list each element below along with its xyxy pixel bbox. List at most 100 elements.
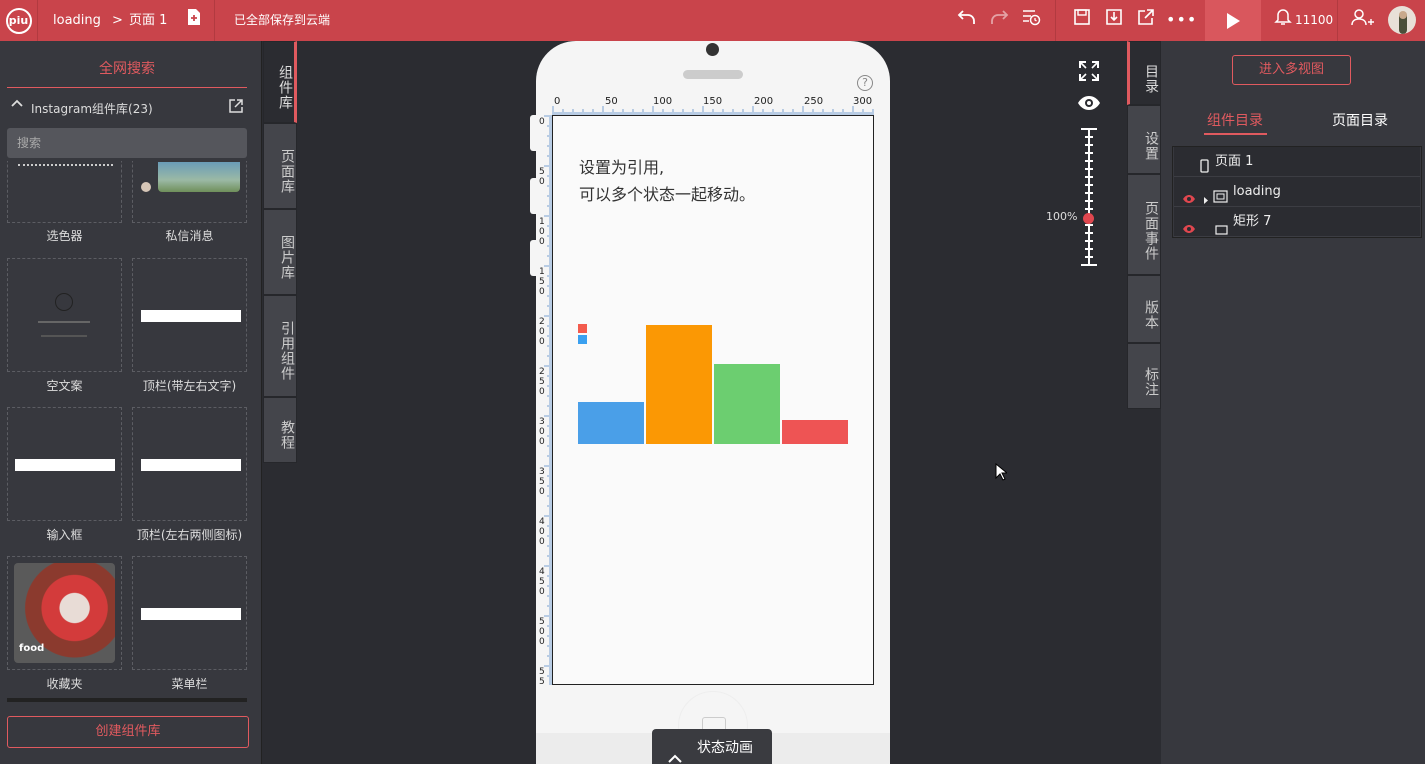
component-card-top-bar-text[interactable]	[132, 258, 247, 372]
canvas-text-line-1[interactable]: 设置为引用,	[579, 154, 664, 178]
open-external-icon[interactable]	[229, 99, 243, 116]
tab-page-library[interactable]: 页面库	[263, 123, 297, 209]
zoom-tick	[1081, 264, 1097, 266]
history-icon[interactable]	[1019, 8, 1043, 32]
ruler-tick-label: 100	[653, 96, 673, 107]
eye-visibility-icon[interactable]	[1182, 216, 1196, 246]
phone-camera	[706, 43, 719, 56]
component-card-menu-bar[interactable]	[132, 556, 247, 670]
notification-bell-icon[interactable]	[1271, 8, 1295, 32]
ruler-tick-label: 150	[703, 96, 723, 107]
tab-image-library[interactable]: 图片库	[263, 209, 297, 295]
tree-item-label: 页面 1	[1215, 154, 1254, 169]
strawberry-photo: food	[14, 563, 115, 663]
create-library-button[interactable]: 创建组件库	[7, 716, 249, 748]
zoom-tick	[1085, 256, 1093, 258]
mouse-cursor-icon	[995, 462, 1009, 485]
help-icon[interactable]: ?	[857, 75, 873, 91]
preview-play-button[interactable]	[1205, 0, 1261, 41]
tab-referenced-components[interactable]: 引用组件	[263, 295, 297, 397]
loading-bar[interactable]	[578, 402, 644, 444]
zoom-tick	[1081, 128, 1097, 130]
component-search-input[interactable]	[7, 128, 247, 158]
phone-speaker	[683, 70, 743, 79]
tab-versions[interactable]: 版本	[1127, 275, 1161, 343]
user-avatar[interactable]	[1388, 6, 1416, 34]
rectangle-icon	[1215, 217, 1228, 247]
undo-icon[interactable]	[955, 8, 979, 32]
vertical-ruler-labels: 0 50 100 150 200 250 300 350 400 450 500 55	[536, 115, 546, 687]
notification-count[interactable]: 11100	[1295, 0, 1333, 41]
tab-directory[interactable]: 目录	[1127, 41, 1161, 105]
empty-state-icon	[55, 293, 73, 311]
logo-mark: piu	[5, 7, 32, 34]
share-icon[interactable]	[1134, 8, 1158, 32]
loading-bar[interactable]	[714, 364, 780, 444]
ruler-tick-label: 300	[853, 96, 873, 107]
tree-item-label: loading	[1233, 184, 1281, 199]
component-card-empty-copy[interactable]	[7, 258, 122, 372]
placeholder-line	[38, 321, 90, 323]
artboard-screen[interactable]: 设置为引用, 可以多个状态一起移动。	[552, 115, 874, 685]
tab-tutorial[interactable]: 教程	[263, 397, 297, 463]
library-name: Instagram组件库(23)	[31, 102, 153, 116]
global-search-title[interactable]: 全网搜索	[7, 58, 247, 88]
component-label: 顶栏(左右两侧图标)	[136, 528, 243, 542]
app-logo[interactable]: piu	[0, 0, 38, 41]
component-label: 空文案	[46, 379, 83, 393]
canvas-text-line-2[interactable]: 可以多个状态一起移动。	[579, 181, 755, 205]
zoom-tick	[1085, 248, 1093, 250]
save-icon[interactable]	[1070, 8, 1094, 32]
zoom-tick	[1085, 240, 1093, 242]
component-label: 菜单栏	[171, 677, 208, 691]
tree-item-label: 矩形 7	[1233, 214, 1272, 229]
eye-visibility-icon[interactable]	[1077, 94, 1101, 116]
component-label: 收藏夹	[46, 677, 83, 691]
chevron-up-icon	[668, 741, 682, 764]
ruler-tick-label: 400	[539, 517, 545, 547]
zoom-tick	[1085, 176, 1093, 178]
tab-settings[interactable]: 设置	[1127, 105, 1161, 174]
page-name[interactable]: 页面 1	[129, 0, 167, 41]
ruler-tick-label: 50	[539, 167, 545, 187]
preview-thumbnail	[141, 459, 241, 471]
loading-bar[interactable]	[646, 325, 712, 444]
more-icon[interactable]: •••	[1166, 8, 1196, 32]
component-card-color-picker[interactable]	[7, 161, 122, 223]
zoom-slider-handle[interactable]	[1083, 213, 1094, 224]
multi-view-button[interactable]: 进入多视图	[1232, 55, 1351, 85]
tab-page-events[interactable]: 页面事件	[1127, 174, 1161, 275]
add-page-icon[interactable]	[182, 8, 206, 32]
download-icon[interactable]	[1102, 8, 1126, 32]
ruler-tick-label: 350	[539, 467, 545, 497]
preview-thumbnail	[15, 459, 115, 471]
chevron-up-icon[interactable]	[11, 98, 23, 111]
zoom-tick	[1085, 200, 1093, 202]
zoom-tick	[1085, 160, 1093, 162]
ruler-tick-label: 450	[539, 567, 545, 597]
redo-icon[interactable]	[987, 8, 1011, 32]
horizontal-scrollbar[interactable]	[7, 698, 247, 702]
tab-component-library[interactable]: 组件库	[263, 41, 297, 123]
ruler-tick-label: 0	[554, 96, 561, 107]
tree-item-page[interactable]: 页面 1	[1174, 147, 1420, 177]
component-card-private-message[interactable]	[132, 161, 247, 223]
component-card-favorites[interactable]: food	[7, 556, 122, 670]
loading-bars-group[interactable]	[578, 324, 850, 444]
loading-bar[interactable]	[782, 420, 848, 444]
tab-component-directory[interactable]: 组件目录	[1207, 110, 1263, 130]
breadcrumb-separator: >	[112, 13, 123, 28]
library-header[interactable]: Instagram组件库(23)	[7, 96, 247, 120]
tab-page-directory[interactable]: 页面目录	[1332, 110, 1388, 130]
tab-annotations[interactable]: 标注	[1127, 343, 1161, 409]
project-name[interactable]: loading	[53, 0, 101, 41]
add-member-icon[interactable]	[1349, 8, 1379, 32]
tree-item-loading[interactable]: loading	[1174, 177, 1420, 207]
zoom-tick	[1085, 184, 1093, 186]
component-card-input[interactable]	[7, 407, 122, 521]
component-card-top-bar-icons[interactable]	[132, 407, 247, 521]
fullscreen-icon[interactable]	[1078, 60, 1100, 86]
component-label: 选色器	[46, 229, 83, 243]
state-animation-toggle[interactable]: 状态动画	[652, 729, 772, 764]
tree-item-rectangle[interactable]: 矩形 7	[1174, 207, 1420, 237]
